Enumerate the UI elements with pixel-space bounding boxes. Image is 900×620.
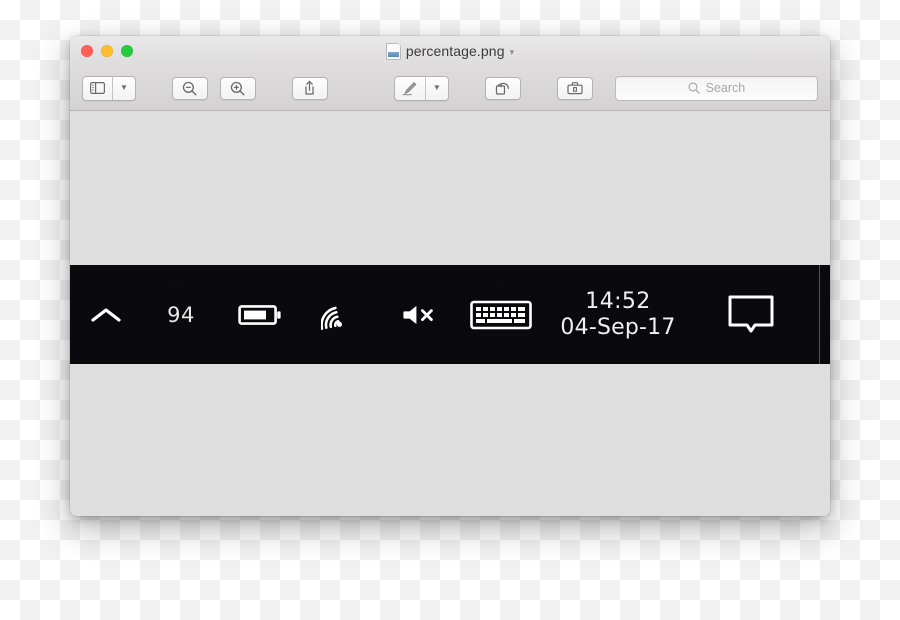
- tray-icons: 94 14:52 04-Sep-17: [70, 265, 810, 364]
- sidebar-chevron-down-icon[interactable]: ▼: [112, 76, 135, 100]
- show-desktop-button[interactable]: [819, 265, 820, 364]
- search-input[interactable]: Search: [614, 75, 818, 101]
- sidebar-icon[interactable]: [83, 77, 112, 100]
- toolbox-icon: [567, 81, 583, 95]
- zoom-in-button[interactable]: [219, 76, 256, 100]
- share-button[interactable]: [291, 76, 328, 100]
- notification-bubble-icon[interactable]: [692, 265, 810, 364]
- battery-icon[interactable]: [220, 265, 300, 364]
- close-button[interactable]: [81, 45, 93, 57]
- sidebar-button[interactable]: ▼: [82, 75, 136, 101]
- chevron-down-icon[interactable]: ▾: [510, 47, 515, 58]
- search-placeholder: Search: [705, 81, 746, 95]
- speaker-muted-icon[interactable]: [378, 265, 458, 364]
- preview-window: percentage.png ▾ ▼ ▼ Search 94 14:52 04-…: [70, 36, 830, 516]
- rotate-left-button[interactable]: [484, 76, 521, 100]
- clock-time: 14:52: [585, 288, 651, 314]
- window-title: percentage.png: [405, 43, 505, 59]
- markup-chevron-down-icon[interactable]: ▼: [424, 76, 448, 100]
- windows-taskbar-tray: 94 14:52 04-Sep-17: [70, 265, 830, 364]
- search-icon: [688, 82, 700, 94]
- wifi-icon[interactable]: [300, 265, 378, 364]
- keyboard-icon[interactable]: [458, 265, 544, 364]
- zoom-in-icon: [230, 81, 245, 96]
- image-canvas: 94 14:52 04-Sep-17: [70, 111, 830, 516]
- markup-toolbar-button[interactable]: [556, 76, 593, 100]
- zoom-button[interactable]: [121, 45, 133, 57]
- share-icon: [303, 80, 316, 96]
- battery-percentage[interactable]: 94: [142, 265, 220, 364]
- clock-date: 04-Sep-17: [560, 314, 676, 340]
- show-hidden-icons-button[interactable]: [70, 265, 142, 364]
- zoom-out-button[interactable]: [171, 76, 208, 100]
- zoom-out-icon: [182, 81, 197, 96]
- markup-button[interactable]: ▼: [393, 75, 449, 101]
- battery-percentage-label: 94: [167, 302, 195, 327]
- toolbar: ▼ ▼ Search: [70, 66, 830, 111]
- minimize-button[interactable]: [101, 45, 113, 57]
- title-bar[interactable]: percentage.png ▾: [70, 36, 830, 66]
- window-controls: [81, 45, 133, 57]
- pen-icon[interactable]: [395, 77, 425, 100]
- rotate-left-icon: [495, 80, 511, 96]
- taskbar-clock[interactable]: 14:52 04-Sep-17: [544, 265, 692, 364]
- title-group: percentage.png ▾: [70, 36, 830, 66]
- document-icon: [385, 42, 401, 60]
